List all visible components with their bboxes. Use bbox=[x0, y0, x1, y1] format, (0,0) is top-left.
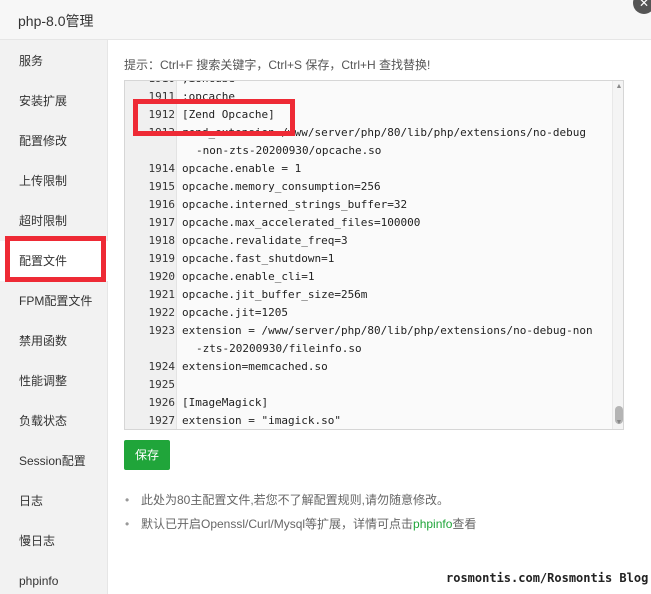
code-line[interactable]: 1913 zend_extension=/www/server/php/80/li… bbox=[125, 124, 613, 142]
sidebar-item-service[interactable]: 服务 bbox=[0, 41, 108, 81]
code-line[interactable]: 1914 opcache.enable = 1 bbox=[125, 160, 613, 178]
line-number: 1916 bbox=[148, 198, 176, 211]
line-text[interactable]: ;ioncube bbox=[182, 81, 235, 88]
line-text[interactable]: opcache.max_accelerated_files=100000 bbox=[182, 214, 420, 232]
sidebar-item-config-modify[interactable]: 配置修改 bbox=[0, 121, 108, 161]
note-item: • 默认已开启Openssl/Curl/Mysql等扩展，详情可点击phpinfo… bbox=[124, 512, 634, 536]
scroll-down-icon[interactable]: ▼ bbox=[614, 419, 623, 427]
line-text[interactable]: opcache.enable_cli=1 bbox=[182, 268, 314, 286]
line-number: 1922 bbox=[148, 306, 176, 319]
line-text[interactable]: zend_extension=/www/server/php/80/lib/ph… bbox=[182, 124, 586, 142]
note-text: 查看 bbox=[452, 517, 477, 531]
code-line[interactable]: 1922 opcache.jit=1205 bbox=[125, 304, 613, 322]
code-line[interactable]: 1927 extension = "imagick.so" bbox=[125, 412, 613, 429]
line-text[interactable]: opcache.memory_consumption=256 bbox=[182, 178, 381, 196]
sidebar-item-session-config[interactable]: Session配置 bbox=[0, 441, 108, 481]
line-number: 1927 bbox=[148, 414, 176, 427]
line-text[interactable]: opcache.interned_strings_buffer=32 bbox=[182, 196, 407, 214]
line-number: 1919 bbox=[148, 252, 176, 265]
note-text: 默认已开启Openssl/Curl/Mysql等扩展，详情可点击 bbox=[141, 517, 414, 531]
code-line[interactable]: 1919 opcache.fast_shutdown=1 bbox=[125, 250, 613, 268]
save-button[interactable]: 保存 bbox=[124, 440, 170, 470]
line-number: 1925 bbox=[148, 378, 176, 391]
line-text[interactable]: ;opcache bbox=[182, 88, 235, 106]
watermark: rosmontis.com/Rosmontis Blog bbox=[446, 571, 649, 585]
code-line[interactable]: 1918 opcache.revalidate_freq=3 bbox=[125, 232, 613, 250]
line-number: 1926 bbox=[148, 396, 176, 409]
code-line[interactable]: -zts-20200930/fileinfo.so bbox=[125, 340, 613, 358]
line-number: 1917 bbox=[148, 216, 176, 229]
sidebar-item-load-status[interactable]: 负载状态 bbox=[0, 401, 108, 441]
code-area[interactable]: 1910 ;ioncube 1911 ;opcache 1912 [Zend Opcach… bbox=[125, 81, 613, 429]
code-line[interactable]: 1923 extension = /www/server/php/80/lib/p… bbox=[125, 322, 613, 340]
note-item: • 此处为80主配置文件,若您不了解配置规则,请勿随意修改。 bbox=[124, 488, 634, 512]
line-number: 1915 bbox=[148, 180, 176, 193]
code-line[interactable]: 1916 opcache.interned_strings_buffer=32 bbox=[125, 196, 613, 214]
line-text[interactable]: opcache.fast_shutdown=1 bbox=[182, 250, 334, 268]
phpinfo-link[interactable]: phpinfo bbox=[413, 517, 452, 531]
note-text: 此处为80主配置文件,若您不了解配置规则,请勿随意修改。 bbox=[141, 493, 450, 507]
line-number: 1924 bbox=[148, 360, 176, 373]
window-title: php-8.0管理 bbox=[18, 13, 94, 29]
sidebar-item-fpm-config[interactable]: FPM配置文件 bbox=[0, 281, 108, 321]
line-number: 1912 bbox=[148, 108, 176, 121]
line-text[interactable]: opcache.jit=1205 bbox=[182, 304, 288, 322]
code-line[interactable]: 1921 opcache.jit_buffer_size=256m bbox=[125, 286, 613, 304]
line-text[interactable]: opcache.revalidate_freq=3 bbox=[182, 232, 348, 250]
sidebar: 服务 安装扩展 配置修改 上传限制 超时限制 配置文件 FPM配置文件 禁用函数… bbox=[0, 40, 108, 594]
sidebar-item-log[interactable]: 日志 bbox=[0, 481, 108, 521]
code-line[interactable]: 1910 ;ioncube bbox=[125, 81, 613, 88]
line-number: 1913 bbox=[148, 126, 176, 139]
sidebar-item-config-file[interactable]: 配置文件 bbox=[0, 241, 108, 281]
line-number: 1921 bbox=[148, 288, 176, 301]
line-number: 1918 bbox=[148, 234, 176, 247]
line-text[interactable]: -zts-20200930/fileinfo.so bbox=[196, 340, 362, 358]
sidebar-item-phpinfo[interactable]: phpinfo bbox=[0, 561, 108, 594]
notes-list: • 此处为80主配置文件,若您不了解配置规则,请勿随意修改。 • 默认已开启Open… bbox=[124, 488, 634, 536]
editor-hint: 提示：Ctrl+F 搜索关键字，Ctrl+S 保存，Ctrl+H 查找替换! bbox=[124, 58, 431, 72]
sidebar-item-performance[interactable]: 性能调整 bbox=[0, 361, 108, 401]
line-text[interactable]: extension = /www/server/php/80/lib/php/e… bbox=[182, 322, 593, 340]
line-text[interactable]: [ImageMagick] bbox=[182, 394, 268, 412]
code-line[interactable]: 1926 [ImageMagick] bbox=[125, 394, 613, 412]
editor-scrollbar[interactable]: ▲ ▼ bbox=[612, 81, 623, 429]
scroll-up-icon[interactable]: ▲ bbox=[614, 83, 623, 91]
bullet-icon: • bbox=[125, 493, 130, 507]
line-number: 1920 bbox=[148, 270, 176, 283]
sidebar-item-disabled-functions[interactable]: 禁用函数 bbox=[0, 321, 108, 361]
sidebar-item-slow-log[interactable]: 慢日志 bbox=[0, 521, 108, 561]
line-text[interactable]: -non-zts-20200930/opcache.so bbox=[196, 142, 381, 160]
line-text[interactable]: extension=memcached.so bbox=[182, 358, 328, 376]
code-line[interactable]: 1912 [Zend Opcache] bbox=[125, 106, 613, 124]
sidebar-item-install-extensions[interactable]: 安装扩展 bbox=[0, 81, 108, 121]
window-titlebar: php-8.0管理 bbox=[0, 0, 651, 40]
code-line[interactable]: 1925 bbox=[125, 376, 613, 394]
line-number: 1923 bbox=[148, 324, 176, 337]
bullet-icon: • bbox=[125, 517, 130, 531]
code-line[interactable]: -non-zts-20200930/opcache.so bbox=[125, 142, 613, 160]
line-text[interactable]: [Zend Opcache] bbox=[182, 106, 275, 124]
code-line[interactable]: 1911 ;opcache bbox=[125, 88, 613, 106]
line-number: 1910 bbox=[125, 81, 176, 88]
line-text[interactable]: opcache.enable = 1 bbox=[182, 160, 301, 178]
sidebar-item-timeout-limit[interactable]: 超时限制 bbox=[0, 201, 108, 241]
code-line[interactable]: 1917 opcache.max_accelerated_files=100000 bbox=[125, 214, 613, 232]
code-line[interactable]: 1915 opcache.memory_consumption=256 bbox=[125, 178, 613, 196]
code-line[interactable]: 1920 opcache.enable_cli=1 bbox=[125, 268, 613, 286]
line-text[interactable]: extension = "imagick.so" bbox=[182, 412, 341, 429]
sidebar-item-upload-limit[interactable]: 上传限制 bbox=[0, 161, 108, 201]
line-text[interactable]: opcache.jit_buffer_size=256m bbox=[182, 286, 367, 304]
line-number: 1914 bbox=[148, 162, 176, 175]
config-editor[interactable]: 1910 ;ioncube 1911 ;opcache 1912 [Zend Opcach… bbox=[124, 80, 624, 430]
line-number: 1911 bbox=[148, 90, 176, 103]
code-line[interactable]: 1924 extension=memcached.so bbox=[125, 358, 613, 376]
